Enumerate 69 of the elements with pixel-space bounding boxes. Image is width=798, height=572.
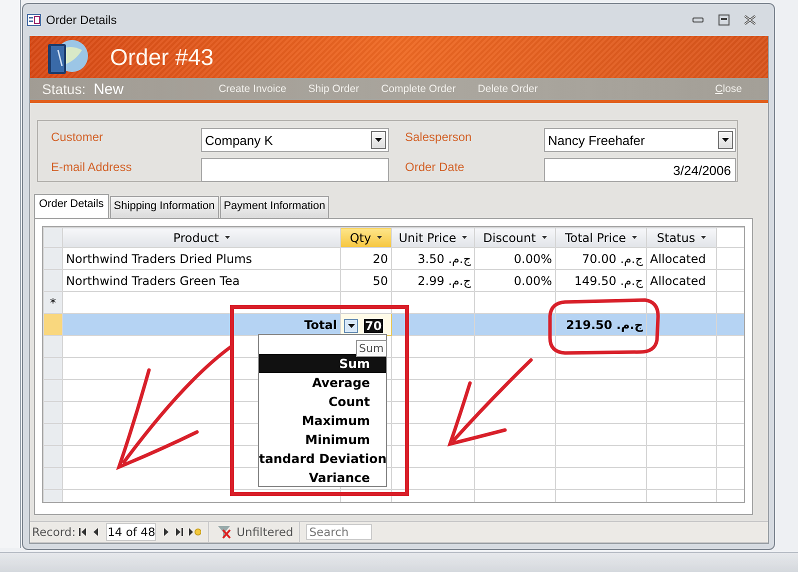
column-header[interactable]: Discount xyxy=(474,228,556,248)
menu-item[interactable]: tandard Deviation xyxy=(259,449,386,468)
menu-item[interactable]: Maximum xyxy=(259,411,386,430)
table-cell: 0.00% xyxy=(474,270,556,292)
dropdown-arrow-icon[interactable] xyxy=(462,236,468,239)
window-title: Order Details xyxy=(46,13,118,27)
input-field[interactable]: 3/24/2006 xyxy=(544,158,736,182)
dropdown-arrow-icon[interactable] xyxy=(348,324,354,328)
last-record-icon[interactable] xyxy=(176,528,183,536)
table-cell: ج.م. 149.50 xyxy=(556,270,646,292)
status-label: Status: xyxy=(42,81,86,97)
search-field[interactable]: Search xyxy=(306,524,372,540)
column-header[interactable]: Unit Price xyxy=(392,228,474,248)
dropdown-arrow-icon[interactable] xyxy=(632,236,638,239)
column-header[interactable]: Total Price xyxy=(556,228,646,248)
field-label: E-mail Address xyxy=(51,159,133,176)
dropdown-arrow-icon[interactable] xyxy=(722,138,729,142)
table-cell: ج.م. 70.00 xyxy=(556,248,646,270)
restore-button[interactable] xyxy=(718,14,730,26)
dropdown-arrow-icon[interactable] xyxy=(375,138,382,142)
dropdown-button[interactable] xyxy=(344,318,358,332)
combo-box[interactable]: Nancy Freehafer xyxy=(544,128,736,152)
tab[interactable]: Order Details xyxy=(34,194,109,218)
total-value: ج.م. 219.50 xyxy=(556,314,646,336)
tooltip: Sum xyxy=(356,340,387,357)
tab[interactable]: Payment Information xyxy=(220,196,330,218)
form-icon xyxy=(27,14,41,26)
filter-toggle[interactable]: Unfiltered xyxy=(208,522,300,542)
table-cell: Northwind Traders Green Tea xyxy=(62,270,340,292)
new-record-icon[interactable] xyxy=(188,527,201,537)
dropdown-arrow-icon[interactable] xyxy=(224,236,230,239)
table-cell: Allocated xyxy=(646,270,716,292)
table-cell: 50 xyxy=(340,270,392,292)
table-cell: ج.م. 3.50 xyxy=(392,248,474,270)
record-label: Record: xyxy=(32,525,76,539)
input-field[interactable] xyxy=(201,158,389,182)
form-title: Order #43 xyxy=(110,44,214,70)
status-value: New xyxy=(94,80,125,98)
table-cell: ج.م. 2.99 xyxy=(392,270,474,292)
table-cell: Allocated xyxy=(646,248,716,270)
total-value: 70 xyxy=(364,318,383,332)
menu-item[interactable]: Variance xyxy=(259,468,386,487)
filter-icon xyxy=(218,525,231,539)
field-label: Customer xyxy=(51,129,104,146)
column-header[interactable]: Product xyxy=(62,228,340,248)
total-label: Total xyxy=(62,314,340,336)
first-record-icon[interactable] xyxy=(78,528,86,536)
column-header[interactable]: Status xyxy=(646,228,716,248)
table-cell: 0.00% xyxy=(474,248,556,270)
table-cell: Northwind Traders Dried Plums xyxy=(62,248,340,270)
dropdown-arrow-icon[interactable] xyxy=(377,236,382,239)
new-record-marker: * xyxy=(50,296,56,310)
close-button[interactable] xyxy=(744,14,756,26)
combo-box[interactable]: Company K xyxy=(201,128,389,152)
menu-item[interactable]: Average xyxy=(259,373,386,392)
column-header[interactable]: Qty xyxy=(340,228,392,248)
next-record-icon[interactable] xyxy=(162,528,170,536)
field-label: Salesperson xyxy=(405,129,473,146)
record-position[interactable]: 14 of 48 xyxy=(106,523,156,541)
dropdown-arrow-icon[interactable] xyxy=(701,236,706,239)
tab[interactable]: Shipping Information xyxy=(110,196,219,218)
dropdown-arrow-icon[interactable] xyxy=(542,236,547,239)
previous-record-icon[interactable] xyxy=(92,528,99,536)
table-cell: 20 xyxy=(340,248,392,270)
book-globe-icon xyxy=(48,40,88,74)
menu-item[interactable]: Minimum xyxy=(259,430,386,449)
menu-item[interactable]: Sum xyxy=(259,354,386,373)
field-label: Order Date xyxy=(405,159,466,176)
menu-item[interactable]: Count xyxy=(259,392,386,411)
